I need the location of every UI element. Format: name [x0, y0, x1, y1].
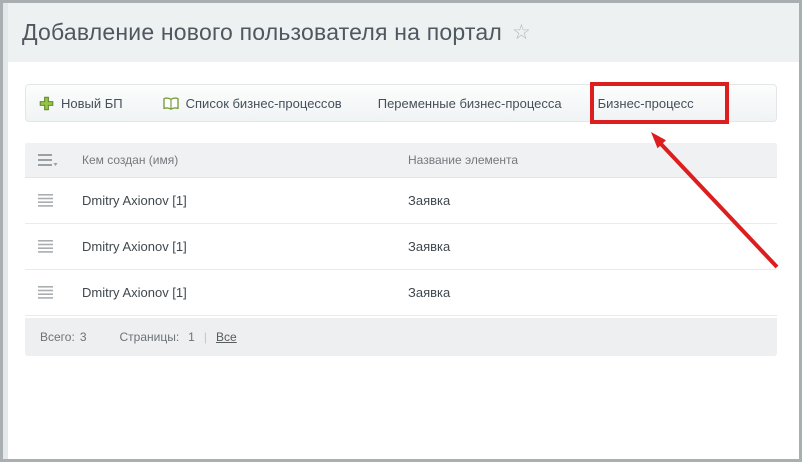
new-bp-button[interactable]: Новый БП	[39, 96, 123, 111]
bp-template-label: Бизнес-процесс	[598, 96, 694, 111]
app-window: Добавление нового пользователя на портал…	[0, 0, 802, 462]
new-bp-label: Новый БП	[61, 96, 123, 111]
bp-list-button[interactable]: Список бизнес-процессов	[163, 96, 342, 111]
total-value: 3	[80, 330, 87, 344]
table-row: Dmitry Axionov [1] Заявка	[25, 270, 777, 316]
row-menu-icon[interactable]	[38, 286, 53, 299]
current-page: 1	[188, 330, 195, 344]
book-icon	[163, 97, 179, 110]
content-area: Новый БП Список бизнес-процессов Перемен…	[8, 62, 799, 459]
column-header-created-by[interactable]: Кем создан (имя)	[82, 153, 408, 167]
cell-created-by: Dmitry Axionov [1]	[82, 239, 408, 254]
show-all-link[interactable]: Все	[216, 330, 237, 344]
footer-separator: |	[204, 330, 207, 344]
grid-settings-icon[interactable]	[38, 153, 58, 167]
total-label: Всего:	[40, 330, 75, 344]
favorite-star-icon[interactable]: ☆	[512, 22, 531, 43]
cell-created-by: Dmitry Axionov [1]	[82, 285, 408, 300]
table-row: Dmitry Axionov [1] Заявка	[25, 178, 777, 224]
plus-icon	[39, 96, 54, 111]
title-bar: Добавление нового пользователя на портал…	[8, 3, 799, 62]
table-row: Dmitry Axionov [1] Заявка	[25, 224, 777, 270]
column-header-element-name[interactable]: Название элемента	[408, 153, 777, 167]
row-menu-icon[interactable]	[38, 194, 53, 207]
cell-created-by: Dmitry Axionov [1]	[82, 193, 408, 208]
bp-template-button[interactable]: Бизнес-процесс	[598, 96, 694, 111]
bp-variables-button[interactable]: Переменные бизнес-процесса	[378, 96, 562, 111]
cell-element-name: Заявка	[408, 239, 777, 254]
page-title: Добавление нового пользователя на портал	[22, 19, 502, 46]
bp-grid: Кем создан (имя) Название элемента Dmitr…	[25, 143, 777, 316]
cell-element-name: Заявка	[408, 285, 777, 300]
cell-element-name: Заявка	[408, 193, 777, 208]
row-menu-icon[interactable]	[38, 240, 53, 253]
pages-label: Страницы:	[120, 330, 180, 344]
bp-list-label: Список бизнес-процессов	[186, 96, 342, 111]
toolbar: Новый БП Список бизнес-процессов Перемен…	[25, 84, 777, 122]
grid-header-row: Кем создан (имя) Название элемента	[25, 143, 777, 178]
grid-footer: Всего: 3 Страницы: 1 | Все	[25, 318, 777, 356]
bp-variables-label: Переменные бизнес-процесса	[378, 96, 562, 111]
